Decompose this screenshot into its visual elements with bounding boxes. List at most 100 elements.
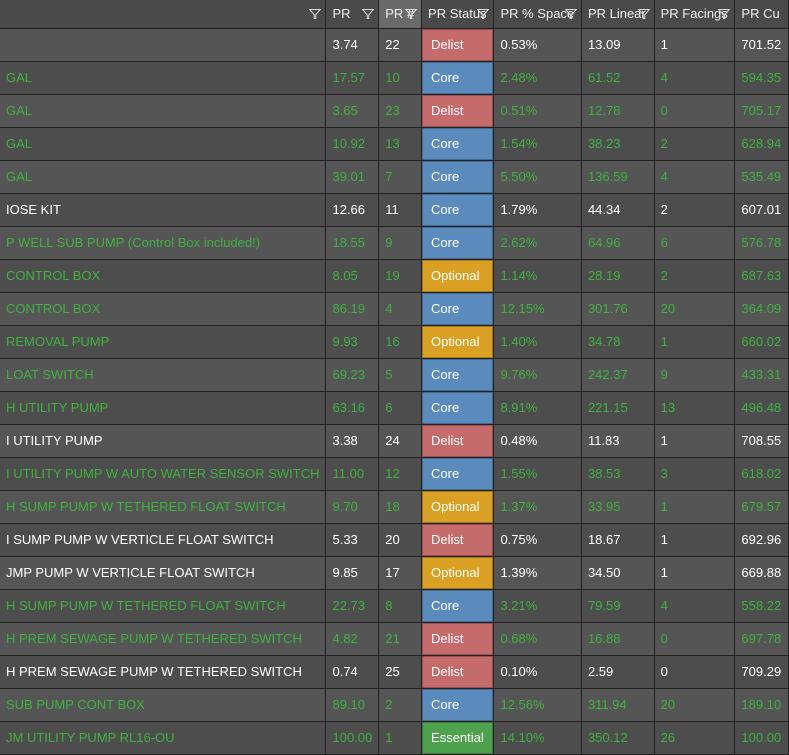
table-row[interactable]: GAL17.5710Core2.48%61.524594.35: [0, 61, 789, 94]
cell-facings: 4: [654, 61, 735, 94]
status-badge: Delist: [422, 524, 493, 556]
filter-icon[interactable]: [405, 8, 417, 20]
cell-status: Delist: [422, 424, 494, 457]
column-header-pct[interactable]: PR % Space: [494, 0, 581, 28]
column-header-status[interactable]: PR Status: [422, 0, 494, 28]
cell-linear: 79.59: [581, 589, 654, 622]
column-header-pr[interactable]: PR: [326, 0, 379, 28]
cell-name: GAL: [0, 127, 326, 160]
cell-status: Delist: [422, 28, 494, 61]
column-header-name[interactable]: [0, 0, 326, 28]
cell-prnum: 17: [379, 556, 422, 589]
table-row[interactable]: I UTILITY PUMP3.3824Delist0.48%11.831708…: [0, 424, 789, 457]
cell-status: Core: [422, 391, 494, 424]
cell-pct: 1.39%: [494, 556, 581, 589]
cell-prnum: 13: [379, 127, 422, 160]
filter-icon[interactable]: [477, 8, 489, 20]
cell-facings: 1: [654, 325, 735, 358]
cell-pct: 9.76%: [494, 358, 581, 391]
cell-pct: 1.37%: [494, 490, 581, 523]
cell-status: Core: [422, 193, 494, 226]
cell-prnum: 19: [379, 259, 422, 292]
status-badge: Core: [422, 161, 493, 193]
column-header-linear[interactable]: PR Linear: [581, 0, 654, 28]
table-row[interactable]: GAL39.017Core5.50%136.594535.49: [0, 160, 789, 193]
cell-pct: 2.62%: [494, 226, 581, 259]
cell-status: Core: [422, 127, 494, 160]
status-badge: Delist: [422, 95, 493, 127]
cell-name: GAL: [0, 160, 326, 193]
status-badge: Core: [422, 128, 493, 160]
filter-icon[interactable]: [638, 8, 650, 20]
cell-facings: 2: [654, 127, 735, 160]
cell-cu: 558.22: [735, 589, 789, 622]
cell-facings: 6: [654, 226, 735, 259]
cell-prnum: 7: [379, 160, 422, 193]
cell-name: H PREM SEWAGE PUMP W TETHERED SWITCH: [0, 622, 326, 655]
cell-name: IOSE KIT: [0, 193, 326, 226]
cell-pr: 100.00: [326, 721, 379, 754]
cell-name: I UTILITY PUMP: [0, 424, 326, 457]
cell-cu: 576.78: [735, 226, 789, 259]
cell-status: Optional: [422, 490, 494, 523]
cell-name: I SUMP PUMP W VERTICLE FLOAT SWITCH: [0, 523, 326, 556]
cell-facings: 4: [654, 160, 735, 193]
cell-pr: 10.92: [326, 127, 379, 160]
table-row[interactable]: LOAT SWITCH69.235Core9.76%242.379433.31: [0, 358, 789, 391]
table-row[interactable]: 3.7422Delist0.53%13.091701.52: [0, 28, 789, 61]
cell-linear: 12.78: [581, 94, 654, 127]
cell-prnum: 9: [379, 226, 422, 259]
cell-name: H PREM SEWAGE PUMP W TETHERED SWITCH: [0, 655, 326, 688]
cell-pr: 69.23: [326, 358, 379, 391]
filter-icon[interactable]: [362, 8, 374, 20]
cell-prnum: 11: [379, 193, 422, 226]
cell-prnum: 5: [379, 358, 422, 391]
table-row[interactable]: H UTILITY PUMP63.166Core8.91%221.1513496…: [0, 391, 789, 424]
table-row[interactable]: I SUMP PUMP W VERTICLE FLOAT SWITCH5.332…: [0, 523, 789, 556]
table-row[interactable]: H PREM SEWAGE PUMP W TETHERED SWITCH4.82…: [0, 622, 789, 655]
cell-facings: 4: [654, 589, 735, 622]
cell-cu: 433.31: [735, 358, 789, 391]
cell-cu: 660.02: [735, 325, 789, 358]
cell-linear: 28.19: [581, 259, 654, 292]
column-header-facings[interactable]: PR Facings: [654, 0, 735, 28]
column-header-prnum[interactable]: PR #: [379, 0, 422, 28]
table-row[interactable]: H SUMP PUMP W TETHERED FLOAT SWITCH22.73…: [0, 589, 789, 622]
status-badge: Core: [422, 590, 493, 622]
filter-icon[interactable]: [565, 8, 577, 20]
cell-cu: 535.49: [735, 160, 789, 193]
cell-pr: 9.85: [326, 556, 379, 589]
cell-pr: 5.33: [326, 523, 379, 556]
cell-name: CONTROL BOX: [0, 259, 326, 292]
table-row[interactable]: P WELL SUB PUMP (Control Box included!)1…: [0, 226, 789, 259]
cell-prnum: 22: [379, 28, 422, 61]
filter-icon[interactable]: [718, 8, 730, 20]
table-row[interactable]: GAL3.6523Delist0.51%12.780705.17: [0, 94, 789, 127]
table-row[interactable]: JM UTILITY PUMP RL16-OU100.001Essential1…: [0, 721, 789, 754]
status-badge: Optional: [422, 326, 493, 358]
column-header-cu[interactable]: PR Cu: [735, 0, 789, 28]
table-row[interactable]: REMOVAL PUMP9.9316Optional1.40%34.781660…: [0, 325, 789, 358]
cell-linear: 11.83: [581, 424, 654, 457]
cell-name: JMP PUMP W VERTICLE FLOAT SWITCH: [0, 556, 326, 589]
cell-pr: 9.93: [326, 325, 379, 358]
filter-icon[interactable]: [309, 8, 321, 20]
table-row[interactable]: IOSE KIT12.6611Core1.79%44.342607.01: [0, 193, 789, 226]
table-row[interactable]: CONTROL BOX8.0519Optional1.14%28.192687.…: [0, 259, 789, 292]
table-row[interactable]: GAL10.9213Core1.54%38.232628.94: [0, 127, 789, 160]
cell-cu: 607.01: [735, 193, 789, 226]
table-row[interactable]: H PREM SEWAGE PUMP W TETHERED SWITCH0.74…: [0, 655, 789, 688]
status-badge: Core: [422, 227, 493, 259]
cell-linear: 34.78: [581, 325, 654, 358]
table-row[interactable]: H SUMP PUMP W TETHERED FLOAT SWITCH9.701…: [0, 490, 789, 523]
table-row[interactable]: I UTILITY PUMP W AUTO WATER SENSOR SWITC…: [0, 457, 789, 490]
table-row[interactable]: CONTROL BOX86.194Core12.15%301.7620364.0…: [0, 292, 789, 325]
cell-linear: 242.37: [581, 358, 654, 391]
cell-linear: 64.96: [581, 226, 654, 259]
table-row[interactable]: JMP PUMP W VERTICLE FLOAT SWITCH9.8517Op…: [0, 556, 789, 589]
cell-name: GAL: [0, 61, 326, 94]
cell-pr: 3.65: [326, 94, 379, 127]
cell-linear: 16.88: [581, 622, 654, 655]
data-grid[interactable]: PRPR #PR StatusPR % SpacePR LinearPR Fac…: [0, 0, 789, 755]
status-badge: Optional: [422, 491, 493, 523]
